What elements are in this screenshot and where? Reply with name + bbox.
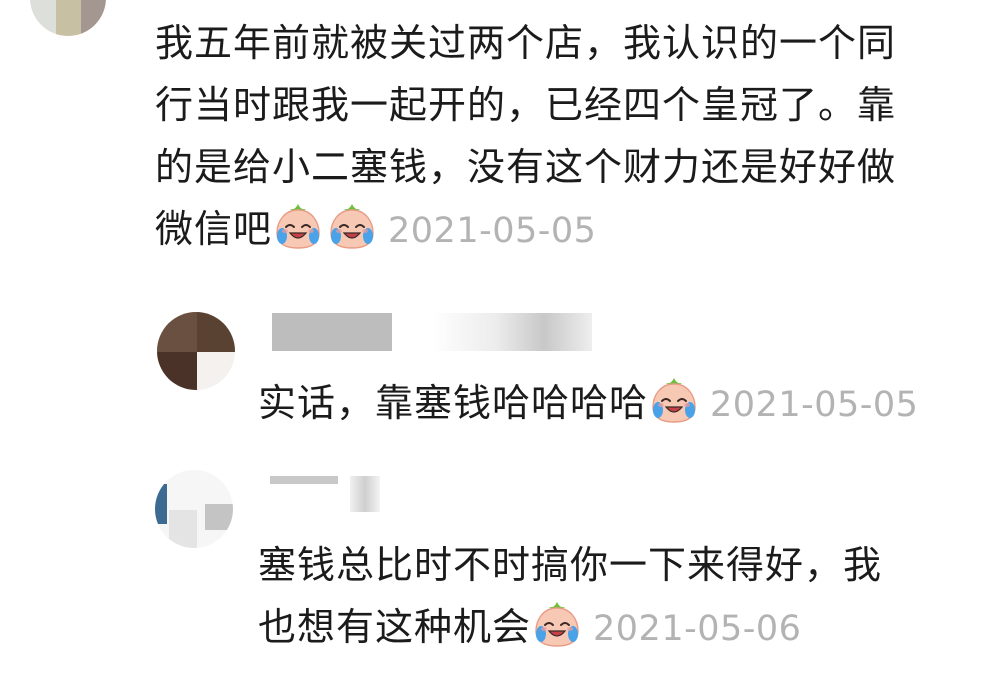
crying-laughing-peach-icon (531, 598, 583, 650)
comment-line: 我五年前就被关过两个店，我认识的一个同 (155, 21, 897, 65)
username-redacted (432, 313, 592, 351)
reply-line-text: 也想有这种机会 (258, 605, 532, 649)
avatar[interactable] (30, 0, 106, 36)
username-redacted (270, 476, 338, 484)
username-redacted (272, 313, 392, 351)
reply-line: 也想有这种机会 2021-05-06 (258, 596, 882, 660)
reply-date: 2021-05-05 (710, 385, 919, 425)
reply-date: 2021-05-06 (593, 609, 802, 649)
comment-line: 的是给小二塞钱，没有这个财力还是好好做 (155, 145, 897, 189)
crying-laughing-peach-icon (272, 200, 324, 252)
comment-date: 2021-05-05 (388, 211, 597, 251)
reply-text: 塞钱总比时不时搞你一下来得好，我 也想有这种机会 2021-05-06 (258, 534, 882, 660)
avatar[interactable] (155, 470, 233, 548)
avatar[interactable] (157, 312, 235, 390)
comment-line: 行当时跟我一起开的，已经四个皇冠了。靠 (155, 83, 897, 127)
crying-laughing-peach-icon (326, 200, 378, 252)
reply-line: 塞钱总比时不时搞你一下来得好，我 (258, 543, 883, 587)
reply-line: 实话，靠塞钱哈哈哈哈 2021-05-05 (258, 372, 918, 436)
crying-laughing-peach-icon (648, 374, 700, 426)
reply-line-text: 实话，靠塞钱哈哈哈哈 (258, 381, 649, 425)
reply-text: 实话，靠塞钱哈哈哈哈 2021-05-05 (258, 372, 918, 436)
comment-line: 微信吧 2021-05-05 (155, 198, 896, 262)
comment-line-text: 微信吧 (155, 207, 273, 251)
comment-text: 我五年前就被关过两个店，我认识的一个同 行当时跟我一起开的，已经四个皇冠了。靠 … (155, 12, 896, 262)
username-redacted (350, 476, 380, 512)
